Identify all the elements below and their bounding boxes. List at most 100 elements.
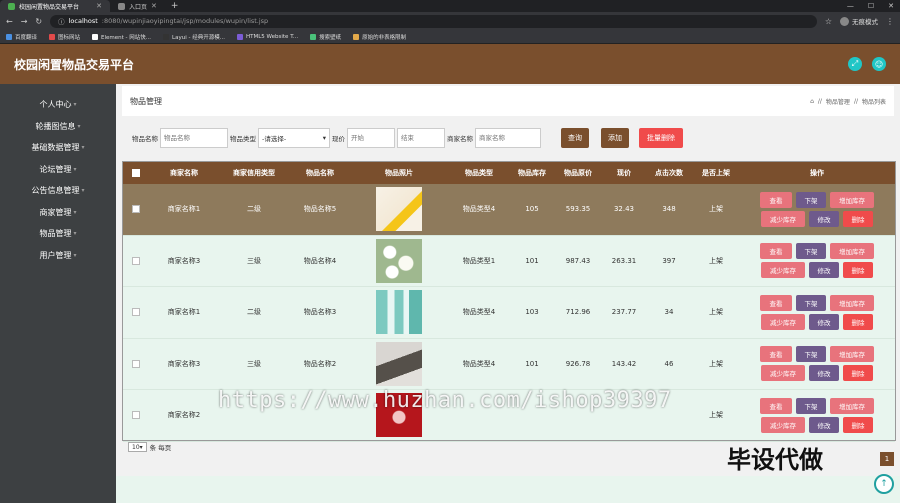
view-button[interactable]: 查看 <box>760 346 792 363</box>
bottom-strip <box>116 476 900 503</box>
view-button[interactable]: 查看 <box>760 191 792 208</box>
add-button[interactable]: 添加 <box>601 128 629 148</box>
delete-button[interactable]: 删除 <box>843 365 873 382</box>
sidebar-item-users[interactable]: 用户管理 ▾ <box>0 245 116 267</box>
minimize-icon[interactable]: — <box>847 2 854 10</box>
delete-button[interactable]: 删除 <box>843 210 873 227</box>
goods-name-input[interactable] <box>160 128 228 148</box>
add-stock-button[interactable]: 增加库存 <box>830 294 874 311</box>
table-row[interactable]: 商家名称1 二级 物品名称3 物品类型4 103 712.96 237.77 34 上架 查看 下架… <box>123 287 895 339</box>
table-row[interactable]: 商家名称3 三级 物品名称2 物品类型4 101 926.78 143.42 46 上架 查看 下架… <box>123 339 895 390</box>
bookmark-item[interactable]: 搜索壁纸 <box>310 33 341 41</box>
bookmark-icon <box>236 33 243 40</box>
cell-goods-type: 物品类型4 <box>462 359 496 368</box>
table-row[interactable]: 商家名称1 二级 物品名称5 物品类型4 105 593.35 32.43 348 上架 查看 下架… <box>123 184 895 236</box>
page-number-button[interactable]: 1 <box>880 452 894 466</box>
bookmark-item[interactable]: 图标网站 <box>49 33 80 41</box>
view-button[interactable]: 查看 <box>760 397 792 414</box>
bookmark-item[interactable]: Layui - 经典开源模... <box>163 33 225 41</box>
user-icon[interactable]: ☺ <box>872 57 886 71</box>
edit-button[interactable]: 修改 <box>809 416 839 433</box>
goods-type-select[interactable]: -请选择- ▾ <box>258 128 330 148</box>
row-checkbox[interactable] <box>132 359 140 368</box>
unshelve-button[interactable]: 下架 <box>796 294 826 311</box>
breadcrumb-item[interactable]: 物品管理 <box>826 97 850 106</box>
page-title: 物品管理 <box>130 96 162 106</box>
scroll-to-top-icon[interactable]: ↑ <box>874 474 894 494</box>
edit-button[interactable]: 修改 <box>809 365 839 382</box>
add-stock-button[interactable]: 增加库存 <box>830 243 874 260</box>
reduce-stock-button[interactable]: 减少库存 <box>761 262 805 279</box>
column-header: 商家名称 <box>170 169 198 177</box>
price-start-input[interactable] <box>347 128 395 148</box>
unshelve-button[interactable]: 下架 <box>796 346 826 363</box>
sidebar-item-forum[interactable]: 论坛管理 ▾ <box>0 159 116 181</box>
browser-tab-active[interactable]: 校园闲置物品交易平台 ✕ <box>0 0 110 12</box>
shop-name-input[interactable] <box>475 128 541 148</box>
url-path: :8080/wupinjiaoyipingtai/jsp/modules/wup… <box>101 17 269 25</box>
delete-button[interactable]: 删除 <box>843 313 873 330</box>
bookmark-item[interactable]: 百度翻译 <box>6 33 37 41</box>
fullscreen-icon[interactable]: ⤢ <box>848 57 862 71</box>
cell-stock: 105 <box>525 205 539 214</box>
cell-goods-name: 物品名称5 <box>303 205 337 214</box>
close-icon[interactable]: ✕ <box>96 2 102 10</box>
sidebar-item-carousel[interactable]: 轮播图信息 ▾ <box>0 116 116 138</box>
unshelve-button[interactable]: 下架 <box>796 397 826 414</box>
edit-button[interactable]: 修改 <box>809 262 839 279</box>
select-all-checkbox[interactable] <box>132 169 140 177</box>
row-checkbox[interactable] <box>132 205 140 214</box>
row-checkbox[interactable] <box>132 256 140 265</box>
browser-tab[interactable]: 入口页 ✕ <box>110 0 165 12</box>
edit-button[interactable]: 修改 <box>809 210 839 227</box>
add-stock-button[interactable]: 增加库存 <box>830 346 874 363</box>
add-stock-button[interactable]: 增加库存 <box>830 397 874 414</box>
cell-original-price: 712.96 <box>565 308 591 317</box>
row-checkbox[interactable] <box>132 308 140 317</box>
back-icon[interactable]: ← <box>6 17 13 26</box>
reduce-stock-button[interactable]: 减少库存 <box>761 416 805 433</box>
column-header: 物品原价 <box>564 169 592 177</box>
close-icon[interactable]: ✕ <box>151 2 157 10</box>
bookmark-item[interactable]: HTML5 Website T... <box>236 33 298 40</box>
edit-button[interactable]: 修改 <box>809 313 839 330</box>
goods-photo <box>376 187 422 232</box>
unshelve-button[interactable]: 下架 <box>796 243 826 260</box>
view-button[interactable]: 查看 <box>760 294 792 311</box>
unshelve-button[interactable]: 下架 <box>796 191 826 208</box>
delete-button[interactable]: 删除 <box>843 262 873 279</box>
table-row[interactable]: 商家名称3 三级 物品名称4 物品类型1 101 987.43 263.31 397 上架 查看下… <box>123 236 895 287</box>
sidebar-item-profile[interactable]: 个人中心 ▾ <box>0 94 116 116</box>
delete-button[interactable]: 删除 <box>843 416 873 433</box>
reload-icon[interactable]: ↻ <box>35 17 42 26</box>
row-actions: 查看 下架 增加库存减少库存 修改 删除 <box>739 191 895 227</box>
sidebar-item-base-data[interactable]: 基础数据管理 ▾ <box>0 137 116 159</box>
forward-icon[interactable]: → <box>21 17 28 26</box>
search-button[interactable]: 查询 <box>561 128 589 148</box>
profile-button[interactable]: 无痕模式 <box>840 16 878 26</box>
view-button[interactable]: 查看 <box>760 243 792 260</box>
cell-goods-name: 物品名称2 <box>303 359 337 368</box>
reduce-stock-button[interactable]: 减少库存 <box>761 313 805 330</box>
bookmark-item[interactable]: Element - 网站快... <box>92 33 151 41</box>
menu-icon[interactable]: ⋮ <box>886 17 894 26</box>
chevron-down-icon: ▾ <box>73 165 77 173</box>
price-end-input[interactable] <box>397 128 445 148</box>
sidebar-item-notice[interactable]: 公告信息管理 ▾ <box>0 180 116 202</box>
add-stock-button[interactable]: 增加库存 <box>830 191 874 208</box>
reduce-stock-button[interactable]: 减少库存 <box>761 210 805 227</box>
maximize-icon[interactable]: ☐ <box>868 2 874 10</box>
star-icon[interactable]: ☆ <box>825 17 832 26</box>
batch-delete-button[interactable]: 批量删除 <box>639 128 683 148</box>
window-controls: — ☐ ✕ <box>847 0 894 12</box>
row-checkbox[interactable] <box>132 411 140 420</box>
page-size-select[interactable]: 10 ▾ <box>128 442 147 452</box>
close-window-icon[interactable]: ✕ <box>888 2 894 10</box>
new-tab-button[interactable]: + <box>165 1 185 11</box>
url-input[interactable]: ⓘ localhost:8080/wupinjiaoyipingtai/jsp/… <box>50 14 817 28</box>
sidebar-item-goods[interactable]: 物品管理 ▾ <box>0 223 116 245</box>
bookmark-item[interactable]: 原始的非表格限制 <box>353 33 406 41</box>
sidebar-item-shop[interactable]: 商家管理 ▾ <box>0 202 116 224</box>
home-icon[interactable]: ⌂ <box>810 98 814 105</box>
reduce-stock-button[interactable]: 减少库存 <box>761 365 805 382</box>
